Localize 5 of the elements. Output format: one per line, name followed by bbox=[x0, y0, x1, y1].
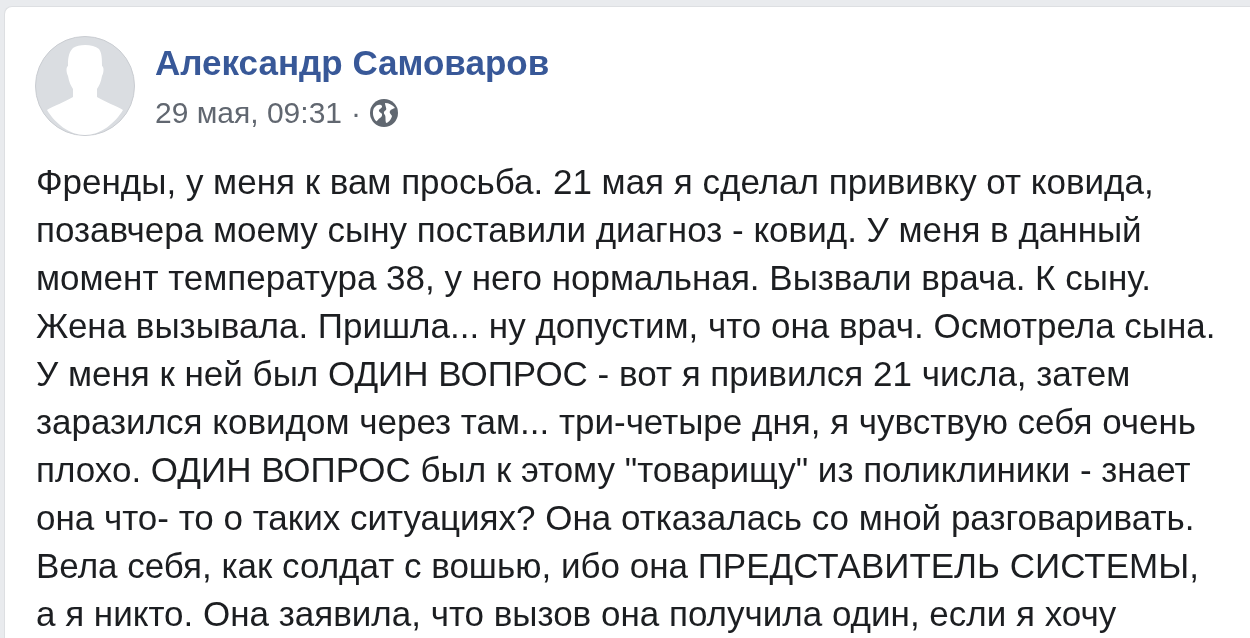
globe-icon[interactable] bbox=[370, 99, 398, 127]
author-name[interactable]: Александр Самоваров bbox=[155, 43, 550, 83]
separator-dot: · bbox=[351, 95, 361, 131]
post-text: Френды, у меня к вам просьба. 21 мая я сделал прививку от ковида, позавчера моему сыну поставили диагноз - ковид. У меня в данный момент температура 38, у него нормальная. Вызвали врача. К сыну. Жена вызывала. Пришла... ну допустим, что она врач. Осмотрела сына. У меня к ней был ОДИН ВОПРОС - вот я привился 21 числа, затем заразился ковидом через там... три-четыре дня, я чувствую себя очень плохо. ОДИН ВОПРОС был к этому "товарищу" из поликлиники - знает она что- то о таких ситуациях? Она отказалась со мной разговаривать. Вела себя, как солдат с вошью, ибо она ПРЕДСТАВИТЕЛЬ СИСТЕМЫ, а я никто. Она заявила, что вызов она получила один, если я хочу bbox=[36, 161, 1217, 635]
post-timestamp[interactable]: 29 мая, 09:31 bbox=[155, 95, 342, 131]
